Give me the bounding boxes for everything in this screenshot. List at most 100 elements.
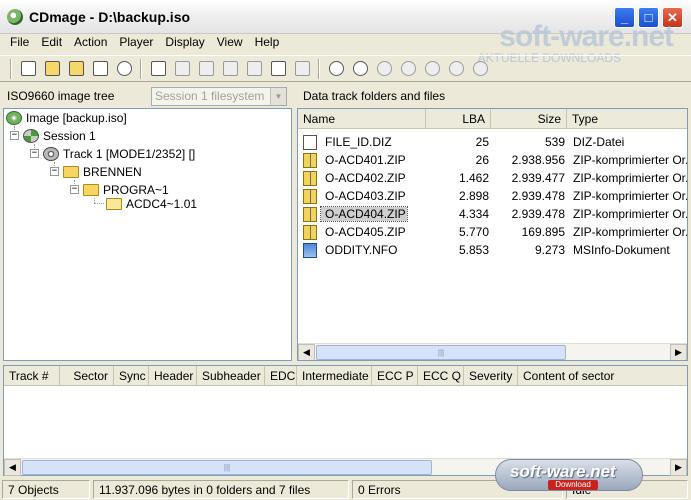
file-name: O-ACD402.ZIP (325, 171, 406, 185)
column-ecc-q[interactable]: ECC Q (418, 366, 464, 386)
file-row[interactable]: O-ACD401.ZIP 26 2.938.956 ZIP-komprimier… (298, 151, 687, 169)
folder-icon (83, 183, 99, 196)
session-icon (23, 128, 39, 143)
export-button[interactable] (195, 58, 217, 80)
column-name[interactable]: Name (298, 109, 426, 129)
column-intermediate[interactable]: Intermediate (297, 366, 372, 386)
file-row[interactable]: FILE_ID.DIZ 25 539 DIZ-Datei (298, 133, 687, 151)
disc-image-icon (6, 110, 22, 125)
column-content[interactable]: Content of sector (518, 366, 687, 386)
watermark-download-label: Download (548, 480, 598, 490)
zip-file-icon (303, 188, 317, 204)
file-size: 2.939.478 (511, 189, 565, 203)
folder-icon (63, 165, 79, 178)
toolbar-separator (318, 58, 320, 79)
import-button[interactable] (171, 58, 193, 80)
sector-table-header: Track # Sector Sync Header Subheader EDC… (4, 366, 687, 386)
collapse-icon[interactable]: − (70, 185, 79, 194)
tree-item-track[interactable]: − Track 1 [MODE1/2352] [] (30, 145, 195, 162)
column-lba[interactable]: LBA (426, 109, 491, 129)
scan-button[interactable] (325, 58, 347, 80)
rebuild-button[interactable] (267, 58, 289, 80)
scroll-right-icon[interactable]: ▶ (670, 344, 687, 360)
tree-item-folder-brennen[interactable]: − BRENNEN (50, 163, 142, 180)
file-name: ODDITY.NFO (325, 243, 398, 257)
tools-button[interactable] (219, 58, 241, 80)
stop-button[interactable] (469, 58, 491, 80)
tree-item-folder-acdc[interactable]: ACDC4~1.01 (106, 195, 198, 212)
zoom-button[interactable] (397, 58, 419, 80)
search-icon (352, 61, 368, 76)
file-list-scrollbar[interactable]: ◀ ||| ▶ (298, 343, 687, 360)
file-row[interactable]: O-ACD405.ZIP 5.770 169.895 ZIP-komprimie… (298, 223, 687, 241)
column-subheader[interactable]: Subheader (197, 366, 265, 386)
menu-file[interactable]: File (4, 34, 35, 52)
collapse-icon[interactable]: − (10, 131, 19, 140)
status-bytes: 11.937.096 bytes in 0 folders and 7 file… (93, 479, 349, 499)
column-track[interactable]: Track # (4, 366, 60, 386)
file-lba: 4.334 (458, 207, 489, 221)
up-folder-icon (68, 61, 84, 76)
column-size[interactable]: Size (491, 109, 567, 129)
file-row[interactable]: ODDITY.NFO 5.853 9.273 MSInfo-Dokument (298, 241, 687, 259)
scrollbar-thumb[interactable]: ||| (22, 460, 432, 475)
refresh-button[interactable] (421, 58, 443, 80)
column-sector[interactable]: Sector (60, 366, 114, 386)
status-objects: 7 Objects (2, 479, 90, 499)
scroll-right-icon[interactable]: ▶ (670, 459, 687, 476)
file-row[interactable]: O-ACD403.ZIP 2.898 2.939.478 ZIP-komprim… (298, 187, 687, 205)
scroll-left-icon[interactable]: ◀ (4, 459, 21, 476)
file-type: ZIP-komprimierter Or... (573, 171, 687, 185)
menu-action[interactable]: Action (68, 34, 113, 52)
disc-info-button[interactable] (113, 58, 135, 80)
file-size: 2.939.477 (511, 171, 565, 185)
menu-edit[interactable]: Edit (35, 34, 68, 52)
menu-player[interactable]: Player (113, 34, 159, 52)
column-type[interactable]: Type (567, 109, 687, 129)
column-header[interactable]: Header (149, 366, 197, 386)
find-next-button[interactable] (373, 58, 395, 80)
info-icon (448, 61, 464, 76)
tools-icon (222, 61, 238, 76)
column-severity[interactable]: Severity (464, 366, 518, 386)
extract-button[interactable] (147, 58, 169, 80)
tree-item-session[interactable]: − Session 1 (10, 127, 96, 144)
tree-item-label: Track 1 [MODE1/2352] [] (63, 146, 196, 161)
column-ecc-p[interactable]: ECC P (372, 366, 418, 386)
zip-file-icon (303, 170, 317, 186)
open-button[interactable] (41, 58, 63, 80)
file-type: ZIP-komprimierter Or... (573, 225, 687, 239)
file-size: 2.938.956 (511, 153, 565, 167)
file-row-selected[interactable]: O-ACD404.ZIP 4.334 2.939.478 ZIP-komprim… (298, 205, 687, 223)
properties-button[interactable] (89, 58, 111, 80)
filesystem-select-value: Session 1 filesystem (155, 88, 265, 103)
column-edc[interactable]: EDC (265, 366, 297, 386)
column-sync[interactable]: Sync (114, 366, 149, 386)
info-button[interactable] (445, 58, 467, 80)
hex-view-button[interactable] (243, 58, 265, 80)
file-lba: 1.462 (458, 171, 489, 185)
search-button[interactable] (349, 58, 371, 80)
new-button[interactable] (17, 58, 39, 80)
menu-view[interactable]: View (211, 34, 249, 52)
watermark-badge: soft-ware.net Download (495, 459, 643, 491)
menu-help[interactable]: Help (249, 34, 286, 52)
tree-item-label: ACDC4~1.01 (126, 196, 198, 211)
file-type: ZIP-komprimierter Or... (573, 153, 687, 167)
check-button[interactable] (291, 58, 313, 80)
refresh-icon (424, 61, 440, 76)
file-row[interactable]: O-ACD402.ZIP 1.462 2.939.477 ZIP-komprim… (298, 169, 687, 187)
collapse-icon[interactable]: − (30, 149, 39, 158)
tree-item-image[interactable]: Image [backup.iso] (6, 109, 127, 126)
file-size: 539 (544, 135, 565, 149)
file-lba: 2.898 (458, 189, 489, 203)
filesystem-select[interactable]: Session 1 filesystem ▼ (151, 86, 287, 106)
collapse-icon[interactable]: − (50, 167, 59, 176)
scrollbar-thumb[interactable]: ||| (316, 345, 566, 360)
left-panel-header: ISO9660 image tree Session 1 filesystem … (3, 85, 292, 107)
up-folder-button[interactable] (65, 58, 87, 80)
window-title: CDmage - D:\backup.iso (29, 9, 191, 25)
scroll-left-icon[interactable]: ◀ (298, 344, 315, 360)
menu-display[interactable]: Display (159, 34, 210, 52)
extract-icon (150, 61, 166, 76)
